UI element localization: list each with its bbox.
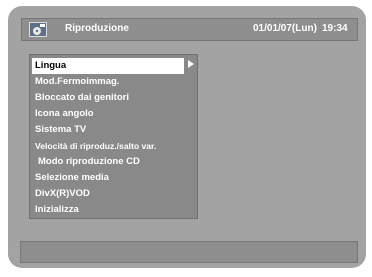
menu-item-sistema-tv[interactable]: Sistema TV [32, 122, 182, 138]
footer-bar [20, 241, 358, 263]
chevron-right-icon [188, 60, 194, 68]
menu-item-mod-fermoimmag[interactable]: Mod.Fermoimmag. [32, 74, 182, 90]
menu-item-lingua[interactable]: Lingua [32, 58, 184, 74]
date-display: 01/01/07(Lun) [253, 23, 317, 34]
menu-item-selezione-media[interactable]: Selezione media [32, 170, 182, 186]
osd-screen: Riproduzione 01/01/07(Lun) 19:34 Lingua … [8, 6, 366, 268]
menu-item-velocita-riproduz[interactable]: Velocità di riproduz./salto var. [32, 138, 182, 154]
settings-menu: Lingua Mod.Fermoimmag. Bloccato dai geni… [29, 54, 198, 219]
header-bar: Riproduzione 01/01/07(Lun) 19:34 [21, 18, 358, 41]
menu-item-divx-vod[interactable]: DivX(R)VOD [32, 186, 182, 202]
menu-item-bloccato-dai-genitori[interactable]: Bloccato dai genitori [32, 90, 182, 106]
menu-item-icona-angolo[interactable]: Icona angolo [32, 106, 182, 122]
menu-item-inizializza[interactable]: Inizializza [32, 202, 182, 218]
page-title: Riproduzione [65, 23, 129, 34]
menu-item-modo-riproduzione-cd[interactable]: Modo riproduzione CD [32, 154, 182, 170]
disc-setup-icon [29, 22, 47, 37]
time-display: 19:34 [322, 23, 348, 34]
